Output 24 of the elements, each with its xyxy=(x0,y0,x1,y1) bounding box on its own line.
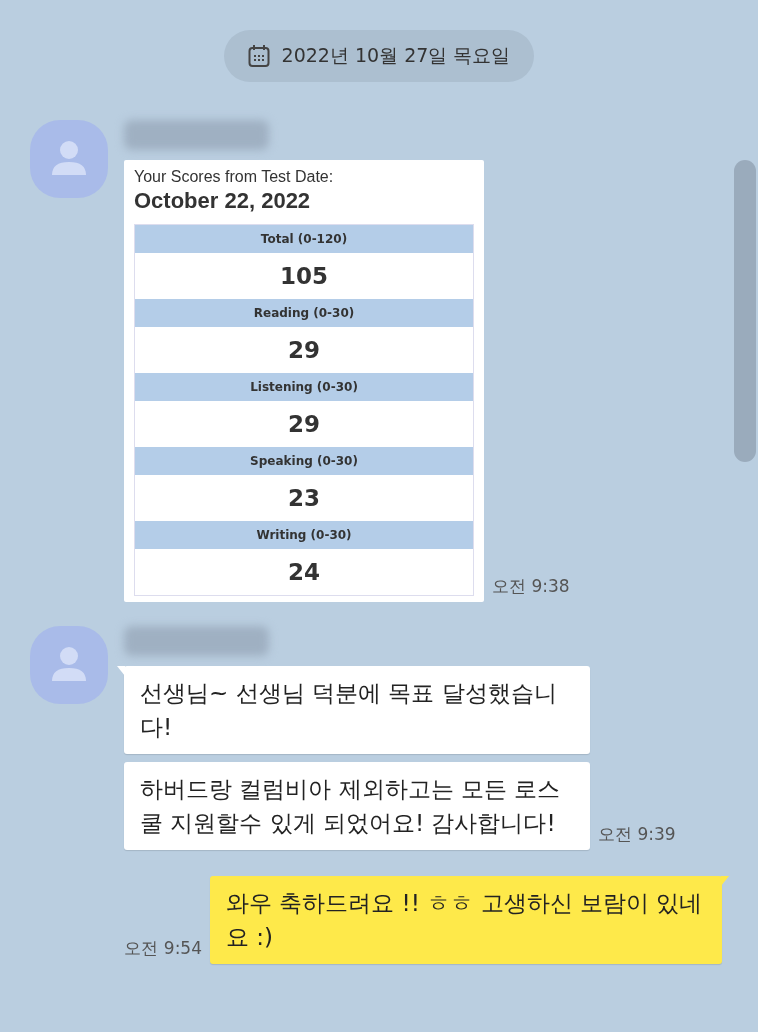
score-value: 29 xyxy=(287,336,321,365)
score-label: Speaking (0-30) xyxy=(135,447,473,475)
test-date: October 22, 2022 xyxy=(134,188,312,214)
card-heading: Your Scores from Test Date: xyxy=(134,168,335,186)
scrollbar-thumb[interactable] xyxy=(734,160,756,462)
message-time: 오전 9:39 xyxy=(598,823,676,846)
score-value: 23 xyxy=(287,484,321,513)
score-label: Listening (0-30) xyxy=(135,373,473,401)
score-label: Total (0-120) xyxy=(135,225,473,253)
date-text: 2022년 10월 27일 목요일 xyxy=(281,43,511,68)
message-time: 오전 9:54 xyxy=(124,937,202,960)
score-value: 29 xyxy=(287,410,321,439)
score-label: Reading (0-30) xyxy=(135,299,473,327)
score-value: 105 xyxy=(279,262,329,291)
avatar[interactable] xyxy=(30,120,108,198)
message-bubble: 하버드랑 컬럼비아 제외하고는 모든 로스쿨 지원할수 있게 되었어요! 감사합니다! xyxy=(124,762,590,850)
score-report-card[interactable]: Your Scores from Test Date: October 22, 2022 Total (0-120) 105 Reading (0-30) 29 Listening (0-30) 29 Speaking (0-30) 23 Writing (0-30) 24 xyxy=(124,160,484,602)
score-label: Writing (0-30) xyxy=(135,521,473,549)
message-bubble: 선생님~ 선생님 덕분에 목표 달성했습니다! xyxy=(124,666,590,754)
avatar[interactable] xyxy=(30,626,108,704)
message-bubble: 와우 축하드려요 !! ㅎㅎ 고생하신 보람이 있네요 :) xyxy=(210,876,722,964)
calendar-icon xyxy=(247,44,270,68)
score-value: 24 xyxy=(287,558,321,587)
message-time: 오전 9:38 xyxy=(492,575,570,598)
